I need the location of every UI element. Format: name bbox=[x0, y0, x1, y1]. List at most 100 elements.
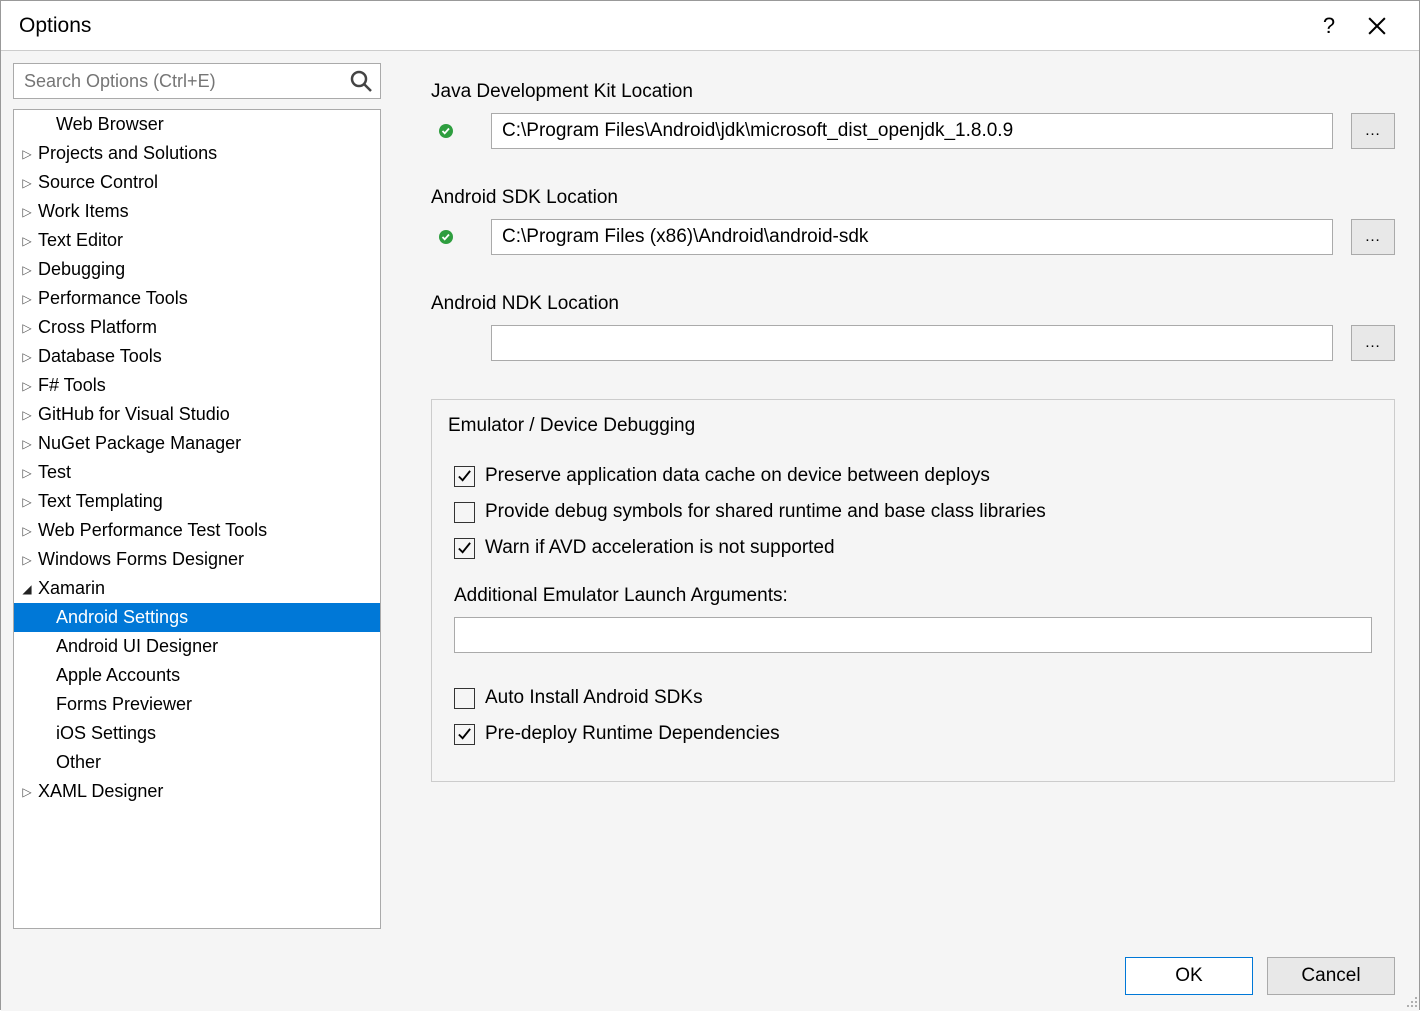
tree-item[interactable]: ▷XAML Designer bbox=[14, 777, 380, 806]
tree-item-label: Work Items bbox=[38, 201, 129, 222]
predeploy-label: Pre-deploy Runtime Dependencies bbox=[485, 723, 780, 745]
tree-item[interactable]: ▷ Performance Tools bbox=[14, 284, 380, 313]
titlebar: Options ? bbox=[1, 1, 1419, 51]
close-button[interactable] bbox=[1353, 6, 1401, 46]
tree-item-label: Windows Forms Designer bbox=[38, 549, 244, 570]
chevron-right-icon[interactable]: ▷ bbox=[20, 524, 34, 538]
chevron-right-icon[interactable]: ▷ bbox=[20, 785, 34, 799]
sdk-browse-button[interactable]: … bbox=[1351, 219, 1395, 255]
search-input[interactable] bbox=[13, 63, 381, 99]
tree-item-label: Test bbox=[38, 462, 71, 483]
tree-spacer: ▷ bbox=[38, 727, 52, 741]
tree-item-label: Debugging bbox=[38, 259, 125, 280]
ndk-browse-button[interactable]: … bbox=[1351, 325, 1395, 361]
jdk-location-input[interactable] bbox=[491, 113, 1333, 149]
tree-item[interactable]: ▷ Debugging bbox=[14, 255, 380, 284]
tree-item-label: Cross Platform bbox=[38, 317, 157, 338]
auto-install-label: Auto Install Android SDKs bbox=[485, 687, 703, 709]
chevron-down-icon[interactable]: ◢ bbox=[20, 582, 34, 596]
jdk-browse-button[interactable]: … bbox=[1351, 113, 1395, 149]
chevron-right-icon[interactable]: ▷ bbox=[20, 205, 34, 219]
resize-grip-icon[interactable] bbox=[1404, 994, 1418, 1008]
launch-args-label: Additional Emulator Launch Arguments: bbox=[454, 585, 1372, 607]
tree-item-label: Web Performance Test Tools bbox=[38, 520, 267, 541]
options-tree: ▷ Web Browser ▷ Projects and Solutions ▷ Sour… bbox=[13, 109, 381, 929]
right-panel: Java Development Kit Location … Android … bbox=[391, 51, 1419, 941]
ndk-location-input[interactable] bbox=[491, 325, 1333, 361]
tree-item[interactable]: ▷ Projects and Solutions bbox=[14, 139, 380, 168]
tree-item[interactable]: ▷ Source Control bbox=[14, 168, 380, 197]
tree-item[interactable]: ▷ Database Tools bbox=[14, 342, 380, 371]
ndk-location-label: Android NDK Location bbox=[431, 293, 1395, 315]
tree-item-label: Text Editor bbox=[38, 230, 123, 251]
auto-install-checkbox[interactable] bbox=[454, 688, 475, 709]
tree-item-label: iOS Settings bbox=[56, 723, 156, 744]
sdk-location-label: Android SDK Location bbox=[431, 187, 1395, 209]
tree-item[interactable]: ▷ Test bbox=[14, 458, 380, 487]
predeploy-checkbox[interactable] bbox=[454, 724, 475, 745]
tree-item-label: Xamarin bbox=[38, 578, 105, 599]
preserve-cache-checkbox[interactable] bbox=[454, 466, 475, 487]
settings-scroll[interactable]: Java Development Kit Location … Android … bbox=[391, 51, 1419, 941]
chevron-right-icon[interactable]: ▷ bbox=[20, 408, 34, 422]
options-tree-scroll[interactable]: ▷ Web Browser ▷ Projects and Solutions ▷ Sour… bbox=[14, 110, 380, 928]
tree-item[interactable]: ▷F# Tools bbox=[14, 371, 380, 400]
tree-item[interactable]: ▷ Cross Platform bbox=[14, 313, 380, 342]
warn-avd-checkbox[interactable] bbox=[454, 538, 475, 559]
chevron-right-icon[interactable]: ▷ bbox=[20, 553, 34, 567]
tree-item[interactable]: ▷ Windows Forms Designer bbox=[14, 545, 380, 574]
debug-symbols-checkbox[interactable] bbox=[454, 502, 475, 523]
tree-item-label: Source Control bbox=[38, 172, 158, 193]
cancel-button[interactable]: Cancel bbox=[1267, 957, 1395, 995]
tree-item[interactable]: ▷ NuGet Package Manager bbox=[14, 429, 380, 458]
tree-item-label: Web Browser bbox=[56, 114, 164, 135]
tree-item[interactable]: ◢ Xamarin bbox=[14, 574, 380, 603]
launch-args-input[interactable] bbox=[454, 617, 1372, 653]
tree-item-label: Performance Tools bbox=[38, 288, 188, 309]
emulator-legend: Emulator / Device Debugging bbox=[442, 415, 701, 437]
chevron-right-icon[interactable]: ▷ bbox=[20, 147, 34, 161]
tree-item[interactable]: ▷ Web Performance Test Tools bbox=[14, 516, 380, 545]
chevron-right-icon[interactable]: ▷ bbox=[20, 350, 34, 364]
tree-item[interactable]: ▷ GitHub for Visual Studio bbox=[14, 400, 380, 429]
tree-item-label: Forms Previewer bbox=[56, 694, 192, 715]
search-icon bbox=[349, 69, 373, 93]
tree-item-label: Other bbox=[56, 752, 101, 773]
tree-item[interactable]: ▷Text Templating bbox=[14, 487, 380, 516]
tree-item[interactable]: ▷ Web Browser bbox=[14, 110, 380, 139]
tree-item-label: Projects and Solutions bbox=[38, 143, 217, 164]
help-button[interactable]: ? bbox=[1305, 6, 1353, 46]
chevron-right-icon[interactable]: ▷ bbox=[20, 234, 34, 248]
left-panel: ▷ Web Browser ▷ Projects and Solutions ▷ Sour… bbox=[1, 51, 391, 941]
emulator-fieldset: Emulator / Device Debugging Preserve app… bbox=[431, 399, 1395, 782]
tree-item-label: Android UI Designer bbox=[56, 636, 218, 657]
tree-item[interactable]: ▷Apple Accounts bbox=[14, 661, 380, 690]
tree-spacer: ▷ bbox=[38, 640, 52, 654]
jdk-status-ok-icon bbox=[431, 123, 461, 139]
tree-item[interactable]: ▷ iOS Settings bbox=[14, 719, 380, 748]
chevron-right-icon[interactable]: ▷ bbox=[20, 379, 34, 393]
tree-item-label: Database Tools bbox=[38, 346, 162, 367]
chevron-right-icon[interactable]: ▷ bbox=[20, 176, 34, 190]
chevron-right-icon[interactable]: ▷ bbox=[20, 292, 34, 306]
debug-symbols-label: Provide debug symbols for shared runtime… bbox=[485, 501, 1046, 523]
chevron-right-icon[interactable]: ▷ bbox=[20, 321, 34, 335]
chevron-right-icon[interactable]: ▷ bbox=[20, 466, 34, 480]
tree-item[interactable]: ▷Other bbox=[14, 748, 380, 777]
tree-item[interactable]: ▷ Work Items bbox=[14, 197, 380, 226]
sdk-location-input[interactable] bbox=[491, 219, 1333, 255]
ok-button[interactable]: OK bbox=[1125, 957, 1253, 995]
chevron-right-icon[interactable]: ▷ bbox=[20, 437, 34, 451]
tree-spacer: ▷ bbox=[38, 611, 52, 625]
tree-item-label: GitHub for Visual Studio bbox=[38, 404, 230, 425]
chevron-right-icon[interactable]: ▷ bbox=[20, 263, 34, 277]
chevron-right-icon[interactable]: ▷ bbox=[20, 495, 34, 509]
tree-item[interactable]: ▷Forms Previewer bbox=[14, 690, 380, 719]
tree-item[interactable]: ▷ Android UI Designer bbox=[14, 632, 380, 661]
tree-spacer: ▷ bbox=[38, 118, 52, 132]
tree-spacer: ▷ bbox=[38, 669, 52, 683]
tree-item-label: NuGet Package Manager bbox=[38, 433, 241, 454]
tree-item[interactable]: ▷ Text Editor bbox=[14, 226, 380, 255]
dialog-footer: OK Cancel bbox=[1, 941, 1419, 1011]
tree-item[interactable]: ▷Android Settings bbox=[14, 603, 380, 632]
